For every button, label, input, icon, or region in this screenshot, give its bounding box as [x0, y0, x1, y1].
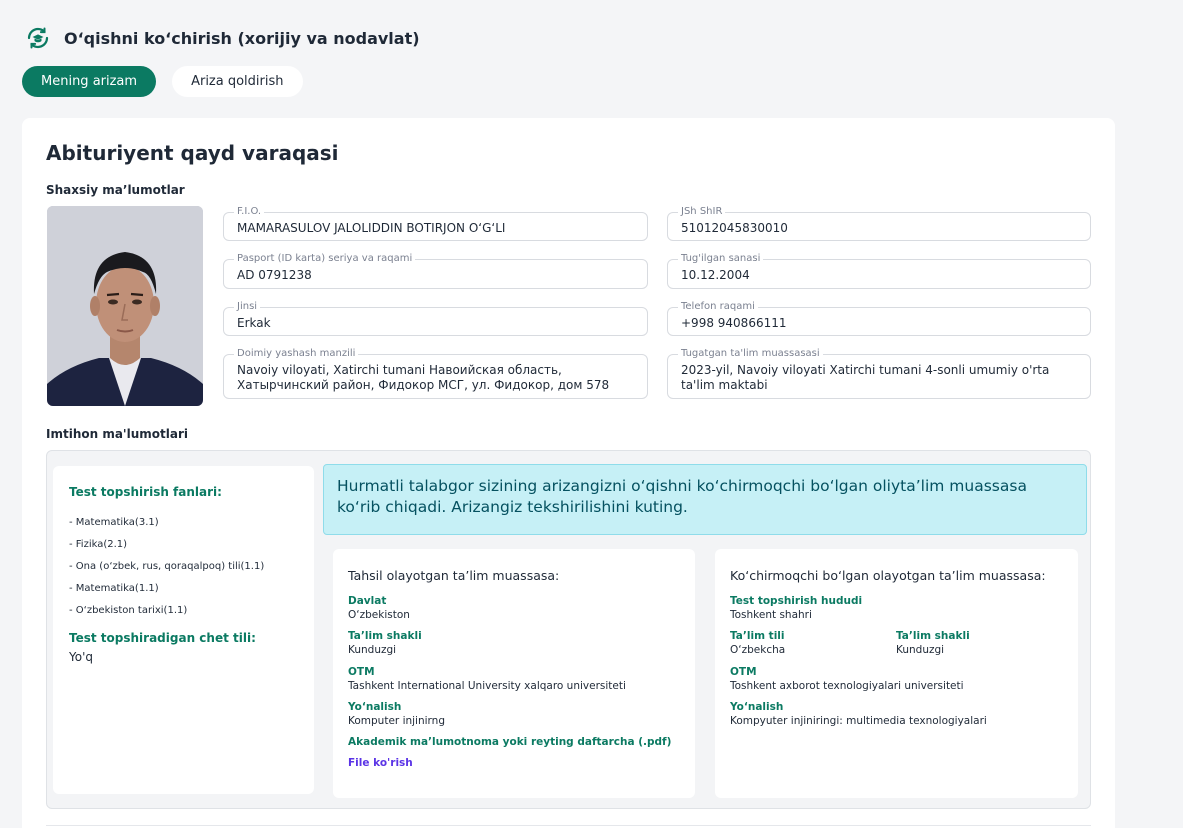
direction-value: Komputer injinirng [348, 715, 445, 727]
test-subjects-title: Test topshirish fanlari: [69, 485, 222, 499]
exam-info-label: Imtihon ma'lumotlari [46, 427, 188, 441]
school-field[interactable]: Tugatgan ta'lim muassasasi 2023-yil, Nav… [667, 348, 1091, 399]
jshshir-label: JSh ShIR [678, 206, 726, 217]
page-title: O‘qishni ko‘chirish (xorijiy va nodavlat… [64, 28, 420, 48]
target-study-form-label: Ta’lim shakli [896, 630, 970, 642]
study-form-label: Ta’lim shakli [348, 630, 422, 642]
study-language-value: O‘zbekcha [730, 644, 786, 656]
target-direction-label: Yo‘nalish [730, 701, 784, 713]
exam-info-box: Test topshirish fanlari: - Matematika(3.… [46, 450, 1091, 809]
view-file-link[interactable]: File ko'rish [348, 757, 413, 769]
otm-value: Tashkent International University xalqar… [348, 680, 626, 692]
target-otm-label: OTM [730, 666, 757, 678]
passport-field[interactable]: Pasport (ID karta) seriya va raqami AD 0… [223, 253, 648, 289]
address-label: Doimiy yashash manzili [234, 348, 359, 359]
registration-card: Abituriyent qayd varaqasi Shaxsiy ma’lum… [22, 118, 1115, 828]
passport-value: AD 0791238 [237, 268, 312, 282]
gender-label: Jinsi [234, 301, 261, 312]
study-form-value: Kunduzgi [348, 644, 397, 656]
passport-label: Pasport (ID karta) seriya va raqami [234, 253, 416, 264]
country-label: Davlat [348, 595, 387, 607]
country-value: O‘zbekiston [348, 609, 410, 621]
info-notice: Hurmatli talabgor sizining arizangizni o… [323, 464, 1087, 535]
target-institution-panel: Ko‘chirmoqchi bo‘lgan olayotgan ta’lim m… [715, 549, 1078, 798]
address-value: Navoiy viloyati, Xatirchi tumani Навоийс… [237, 363, 610, 392]
birth-date-value: 10.12.2004 [681, 268, 750, 282]
tab-submit-application[interactable]: Ariza qoldirish [172, 66, 303, 97]
otm-label: OTM [348, 666, 375, 678]
study-language-label: Ta’lim tili [730, 630, 785, 642]
subject-item: - Matematika(1.1) [69, 583, 159, 594]
target-otm-value: Toshkent axborot texnologiyalari univers… [730, 680, 964, 692]
applicant-photo [47, 206, 203, 406]
current-institution-panel: Tahsil olayotgan ta’lim muassasa: Davlat… [333, 549, 695, 798]
test-region-value: Toshkent shahri [730, 609, 812, 621]
tab-my-application[interactable]: Mening arizam [22, 66, 157, 97]
test-region-label: Test topshirish hududi [730, 595, 863, 607]
jshshir-value: 51012045830010 [681, 221, 788, 235]
direction-label: Yo‘nalish [348, 701, 402, 713]
personal-info-label: Shaxsiy ma’lumotlar [46, 183, 185, 197]
school-label: Tugatgan ta'lim muassasasi [678, 348, 823, 359]
card-title: Abituriyent qayd varaqasi [46, 141, 339, 165]
fio-field[interactable]: F.I.O. MAMARASULOV JALOLIDDIN BOTIRJON O… [223, 206, 648, 241]
divider [46, 825, 1091, 826]
fio-label: F.I.O. [234, 206, 265, 217]
target-institution-title: Ko‘chirmoqchi bo‘lgan olayotgan ta’lim m… [730, 568, 1046, 583]
subject-item: - O‘zbekiston tarixi(1.1) [69, 605, 188, 616]
test-subjects-panel: Test topshirish fanlari: - Matematika(3.… [53, 466, 314, 794]
address-field[interactable]: Doimiy yashash manzili Navoiy viloyati, … [223, 348, 648, 399]
gender-field[interactable]: Jinsi Erkak [223, 301, 648, 336]
school-value: 2023-yil, Navoiy viloyati Xatirchi tuman… [681, 363, 1050, 392]
fio-value: MAMARASULOV JALOLIDDIN BOTIRJON O‘G‘LI [237, 221, 506, 235]
target-direction-value: Kompyuter injiniringi: multimedia texnol… [730, 715, 987, 727]
subject-item: - Ona (o‘zbek, rus, qoraqalpoq) tili(1.1… [69, 561, 265, 572]
phone-label: Telefon raqami [678, 301, 758, 312]
jshshir-field[interactable]: JSh ShIR 51012045830010 [667, 206, 1091, 241]
gender-value: Erkak [237, 316, 271, 330]
birth-date-label: Tug'ilgan sanasi [678, 253, 764, 264]
birth-date-field[interactable]: Tug'ilgan sanasi 10.12.2004 [667, 253, 1091, 289]
phone-field[interactable]: Telefon raqami +998 940866111 [667, 301, 1091, 336]
foreign-language-title: Test topshiradigan chet tili: [69, 631, 256, 645]
subject-item: - Fizika(2.1) [69, 539, 128, 550]
current-institution-title: Tahsil olayotgan ta’lim muassasa: [348, 568, 560, 583]
tab-bar: Mening arizam Ariza qoldirish [22, 66, 303, 97]
foreign-language-value: Yo'q [69, 650, 93, 664]
academic-doc-label: Akademik ma’lumotnoma yoki reyting dafta… [348, 736, 672, 748]
target-study-form-value: Kunduzgi [896, 644, 945, 656]
graduation-transfer-icon [27, 27, 49, 49]
notice-text: Hurmatli talabgor sizining arizangizni o… [337, 477, 1027, 516]
phone-value: +998 940866111 [681, 316, 787, 330]
subject-item: - Matematika(3.1) [69, 517, 159, 528]
page-header: O‘qishni ko‘chirish (xorijiy va nodavlat… [24, 24, 420, 52]
